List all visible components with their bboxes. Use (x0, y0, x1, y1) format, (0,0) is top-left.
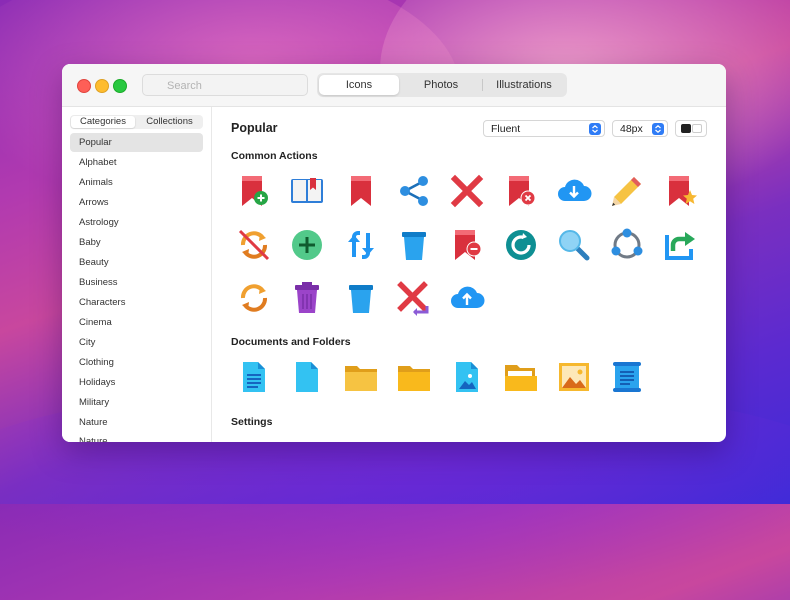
cloud-download-icon[interactable] (556, 173, 592, 209)
section-title-common-actions: Common Actions (231, 150, 318, 162)
undo-delete-icon[interactable] (396, 280, 432, 316)
style-select-value: Fluent (491, 123, 521, 135)
picture-icon[interactable] (556, 359, 592, 395)
color-swatch-light (692, 124, 702, 133)
sidebar-item-astrology[interactable]: Astrology (70, 213, 203, 232)
sidebar-item-popular[interactable]: Popular (70, 133, 203, 152)
sidebar-item-beauty[interactable]: Beauty (70, 253, 203, 272)
open-folder-icon[interactable] (503, 359, 539, 395)
zoom-button[interactable] (113, 79, 127, 93)
sidebar-item-nature-2[interactable]: Nature (70, 432, 203, 442)
bookmark-star-icon[interactable] (663, 173, 699, 209)
search-icon[interactable] (556, 227, 592, 263)
sidebar-item-business[interactable]: Business (70, 273, 203, 292)
close-button[interactable] (77, 79, 91, 93)
tab-photos[interactable]: Photos (401, 75, 481, 95)
scroll-icon[interactable] (609, 359, 645, 395)
sidebar-item-animals[interactable]: Animals (70, 173, 203, 192)
sidebar-item-military[interactable]: Military (70, 393, 203, 412)
content-type-tabs: Icons Photos Illustrations (317, 73, 567, 97)
refresh-icon[interactable] (503, 227, 539, 263)
tab-collections[interactable]: Collections (137, 116, 202, 128)
chevron-updown-icon (652, 123, 664, 135)
minimize-button[interactable] (95, 79, 109, 93)
search-input[interactable]: Search (142, 74, 308, 96)
sidebar-item-arrows[interactable]: Arrows (70, 193, 203, 212)
folder-closed-icon[interactable] (396, 359, 432, 395)
folder-icon[interactable] (343, 359, 379, 395)
delete-x-icon[interactable] (449, 173, 485, 209)
style-select[interactable]: Fluent (483, 120, 605, 137)
triangle-sync-icon[interactable] (609, 227, 645, 263)
sidebar-item-nature[interactable]: Nature (70, 413, 203, 432)
vertical-sync-icon[interactable] (343, 227, 379, 263)
sidebar-item-holidays[interactable]: Holidays (70, 373, 203, 392)
sidebar-item-baby[interactable]: Baby (70, 233, 203, 252)
size-select-value: 48px (620, 123, 643, 135)
bookmark-add-icon[interactable] (236, 173, 272, 209)
bookmark-minus-icon[interactable] (449, 227, 485, 263)
sidebar-item-cinema[interactable]: Cinema (70, 313, 203, 332)
share-icon[interactable] (396, 173, 432, 209)
main-content: Popular Fluent 48px Common Actions Docum… (212, 107, 726, 442)
sidebar-item-city[interactable]: City (70, 333, 203, 352)
sync-icon[interactable] (236, 280, 272, 316)
color-swatch-dark (681, 124, 691, 133)
book-icon[interactable] (289, 173, 325, 209)
cloud-upload-icon[interactable] (449, 280, 485, 316)
document-icon[interactable] (289, 359, 325, 395)
sidebar-item-clothing[interactable]: Clothing (70, 353, 203, 372)
sidebar-tabs: Categories Collections (70, 115, 203, 129)
sync-disabled-icon[interactable] (236, 227, 272, 263)
sidebar-item-characters[interactable]: Characters (70, 293, 203, 312)
sidebar: Categories Collections Popular Alphabet … (62, 107, 212, 442)
chevron-updown-icon (589, 123, 601, 135)
pencil-icon[interactable] (609, 173, 645, 209)
tab-icons[interactable]: Icons (319, 75, 399, 95)
trash-can-icon[interactable] (396, 227, 432, 263)
bookmark-icon[interactable] (343, 173, 379, 209)
tab-categories[interactable]: Categories (71, 116, 135, 128)
title-bar: Search Icons Photos Illustrations (62, 64, 726, 107)
trash-purple-icon[interactable] (289, 280, 325, 316)
page-title: Popular (231, 121, 278, 135)
app-window: Search Icons Photos Illustrations Catego… (62, 64, 726, 442)
trash-blue-icon[interactable] (343, 280, 379, 316)
tab-illustrations[interactable]: Illustrations (483, 75, 565, 95)
color-picker-button[interactable] (675, 120, 707, 137)
image-file-icon[interactable] (449, 359, 485, 395)
section-title-documents-and-folders: Documents and Folders (231, 336, 351, 348)
document-text-icon[interactable] (236, 359, 272, 395)
add-circle-icon[interactable] (289, 227, 325, 263)
section-title-settings: Settings (231, 416, 273, 428)
bookmark-remove-icon[interactable] (503, 173, 539, 209)
sidebar-item-alphabet[interactable]: Alphabet (70, 153, 203, 172)
size-select[interactable]: 48px (612, 120, 668, 137)
share-arrow-icon[interactable] (663, 227, 699, 263)
